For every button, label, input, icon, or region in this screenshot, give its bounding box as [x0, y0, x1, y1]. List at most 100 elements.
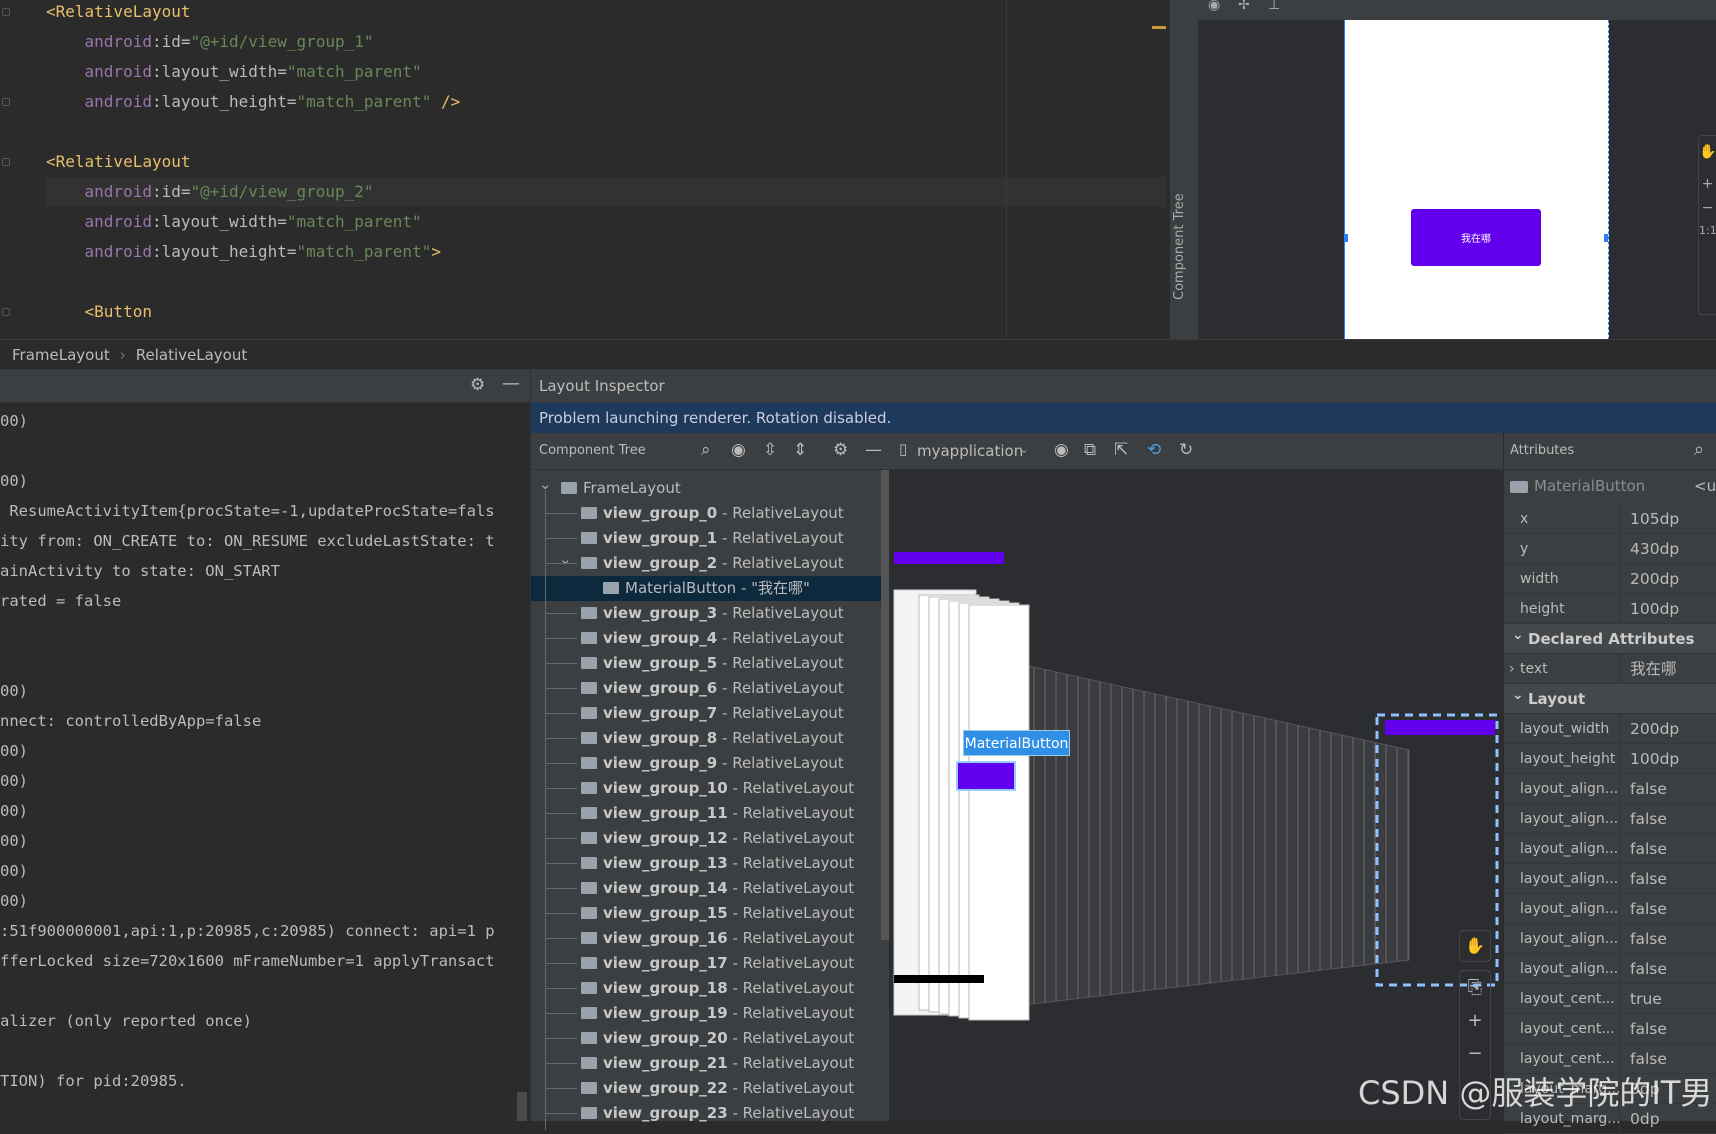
search-icon[interactable]: ⌕	[1694, 439, 1704, 460]
process-selector[interactable]: myapplication	[917, 442, 1023, 460]
chevron-down-icon[interactable]: ⌄	[1019, 442, 1029, 456]
breadcrumb-item[interactable]: FrameLayout	[12, 346, 110, 364]
fold-marker-icon[interactable]	[2, 98, 10, 106]
tree-node[interactable]: view_group_15 - RelativeLayout	[531, 901, 881, 926]
fit-icon[interactable]: ⎘	[1460, 977, 1490, 998]
tree-node[interactable]: view_group_0 - RelativeLayout	[531, 501, 881, 526]
zoom-in-icon[interactable]: +	[1460, 1010, 1490, 1031]
tree-node[interactable]: view_group_19 - RelativeLayout	[531, 1001, 881, 1026]
breadcrumb-item[interactable]: RelativeLayout	[136, 346, 247, 364]
collapse-all-icon[interactable]: ⇕	[793, 440, 807, 460]
tree-node[interactable]: MaterialButton - "我在哪"	[531, 576, 881, 601]
tree-node[interactable]: view_group_21 - RelativeLayout	[531, 1051, 881, 1076]
tree-node[interactable]: view_group_12 - RelativeLayout	[531, 826, 881, 851]
hand-icon[interactable]: ✋	[1459, 930, 1491, 962]
tree-node[interactable]: view_group_7 - RelativeLayout	[531, 701, 881, 726]
zoom-out-icon[interactable]: −	[1460, 1043, 1490, 1064]
attribute-row[interactable]: y 430dp	[1504, 534, 1716, 564]
preview-material-button[interactable]: 我在哪	[1411, 209, 1541, 266]
tree-node[interactable]: view_group_20 - RelativeLayout	[531, 1026, 881, 1051]
chevron-down-icon[interactable]: ⌄	[1512, 680, 1524, 710]
layout-3d-render[interactable]	[889, 470, 1503, 1121]
code-line[interactable]: android:id="@+id/view_group_1"	[46, 27, 1166, 57]
tree-node[interactable]: view_group_17 - RelativeLayout	[531, 951, 881, 976]
attribute-row[interactable]: height 100dp	[1504, 594, 1716, 624]
hand-icon[interactable]: ✋	[1699, 144, 1716, 160]
component-tree-side-tab[interactable]: Component Tree	[1172, 193, 1187, 300]
tree-node[interactable]: view_group_13 - RelativeLayout	[531, 851, 881, 876]
code-line[interactable]: android:layout_width="match_parent"	[46, 57, 1166, 87]
attribute-row[interactable]: layout_align... false	[1504, 834, 1716, 864]
code-line[interactable]: android:layout_width="match_parent"	[46, 207, 1166, 237]
code-line[interactable]	[46, 267, 1166, 297]
fold-marker-icon[interactable]	[2, 308, 10, 316]
attribute-row[interactable]: layout_align... false	[1504, 864, 1716, 894]
code-line[interactable]: <RelativeLayout	[46, 147, 1166, 177]
code-line[interactable]: <Button	[46, 297, 1166, 327]
live-update-icon[interactable]: ⟲	[1147, 440, 1161, 460]
device-preview[interactable]: 我在哪	[1344, 20, 1609, 340]
eye-icon[interactable]: ◉	[1054, 440, 1069, 460]
tree-scrollbar[interactable]	[881, 470, 889, 940]
tree-node[interactable]: view_group_3 - RelativeLayout	[531, 601, 881, 626]
snapshot-icon[interactable]: ⧉	[1084, 440, 1096, 460]
attribute-row[interactable]: › text 我在哪	[1504, 654, 1716, 684]
tree-node[interactable]: view_group_6 - RelativeLayout	[531, 676, 881, 701]
tree-node[interactable]: view_group_14 - RelativeLayout	[531, 876, 881, 901]
chevron-down-icon[interactable]: ⌄	[559, 547, 572, 572]
search-icon[interactable]: ⌕	[701, 440, 711, 460]
tree-node[interactable]: view_group_18 - RelativeLayout	[531, 976, 881, 1001]
attribute-row[interactable]: layout_cent... false	[1504, 1014, 1716, 1044]
tree-node[interactable]: view_group_8 - RelativeLayout	[531, 726, 881, 751]
refresh-icon[interactable]: ↻	[1179, 440, 1193, 460]
tree-node[interactable]: view_group_23 - RelativeLayout	[531, 1101, 881, 1126]
expand-all-icon[interactable]: ⇳	[763, 440, 777, 460]
resize-handle-right[interactable]	[1604, 234, 1608, 242]
code-line[interactable]: android:layout_height="match_parent" />	[46, 87, 1166, 117]
attribute-row[interactable]: width 200dp	[1504, 564, 1716, 594]
zoom-actual-size[interactable]: 1:1	[1699, 224, 1716, 237]
code-line[interactable]: <RelativeLayout	[46, 0, 1166, 27]
attribute-row[interactable]: layout_height 100dp	[1504, 744, 1716, 774]
tree-node[interactable]: view_group_22 - RelativeLayout	[531, 1076, 881, 1101]
attribute-row[interactable]: layout_align... false	[1504, 894, 1716, 924]
export-icon[interactable]: ⇱	[1114, 440, 1128, 460]
tree-node[interactable]: view_group_9 - RelativeLayout	[531, 751, 881, 776]
tree-node[interactable]: view_group_11 - RelativeLayout	[531, 801, 881, 826]
chevron-down-icon[interactable]: ⌄	[1512, 620, 1524, 650]
editor-scroll-marker[interactable]	[1152, 26, 1166, 29]
attribute-row[interactable]: x 105dp	[1504, 504, 1716, 534]
tree-node[interactable]: view_group_1 - RelativeLayout	[531, 526, 881, 551]
tree-node[interactable]: view_group_4 - RelativeLayout	[531, 626, 881, 651]
zoom-in-icon[interactable]: +	[1699, 176, 1716, 192]
attribute-row[interactable]: layout_width 200dp	[1504, 714, 1716, 744]
eye-icon[interactable]: ◉	[731, 440, 746, 460]
minimize-icon[interactable]: —	[865, 440, 882, 460]
attribute-row[interactable]: layout_align... false	[1504, 924, 1716, 954]
gear-icon[interactable]: ⚙	[470, 375, 485, 395]
code-line[interactable]: android:layout_height="match_parent">	[46, 237, 1166, 267]
attribute-section[interactable]: ⌄ Declared Attributes	[1504, 624, 1716, 654]
tree-node[interactable]: view_group_5 - RelativeLayout	[531, 651, 881, 676]
attribute-row[interactable]: layout_align... false	[1504, 804, 1716, 834]
pan-icon[interactable]: ✢	[1238, 0, 1250, 13]
code-line[interactable]: android:id="@+id/view_group_2"	[46, 177, 1166, 207]
attribute-row[interactable]: layout_cent... true	[1504, 984, 1716, 1014]
tree-node[interactable]: ⌄ view_group_2 - RelativeLayout	[531, 550, 881, 576]
code-editor[interactable]: <RelativeLayout android:id="@+id/view_gr…	[0, 0, 1170, 339]
minimize-icon[interactable]: —	[502, 373, 520, 394]
log-scrollbar[interactable]	[517, 1092, 527, 1121]
code-line[interactable]	[46, 117, 1166, 147]
fold-marker-icon[interactable]	[2, 158, 10, 166]
tree-node[interactable]: view_group_10 - RelativeLayout	[531, 776, 881, 801]
resize-handle-left[interactable]	[1344, 234, 1348, 242]
tree-node[interactable]: ⌄ FrameLayout	[531, 475, 881, 501]
fold-marker-icon[interactable]	[2, 8, 10, 16]
attribute-row[interactable]: layout_align... false	[1504, 774, 1716, 804]
zoom-out-icon[interactable]: −	[1699, 200, 1716, 216]
gear-icon[interactable]: ⚙	[833, 440, 848, 460]
attribute-section[interactable]: ⌄ Layout	[1504, 684, 1716, 714]
tree-node[interactable]: view_group_16 - RelativeLayout	[531, 926, 881, 951]
attribute-row[interactable]: layout_align... false	[1504, 954, 1716, 984]
align-icon[interactable]: ⊥	[1268, 0, 1280, 13]
